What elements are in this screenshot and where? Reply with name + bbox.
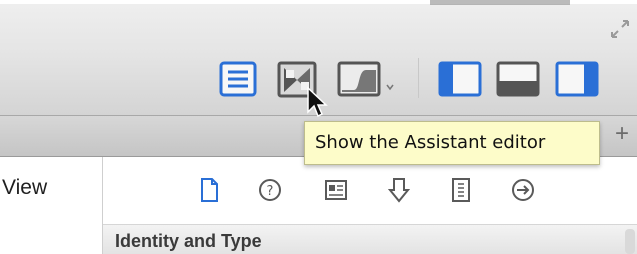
section-title: Identity and Type	[115, 231, 262, 251]
fullscreen-arrows-icon[interactable]	[609, 18, 631, 40]
navigator-toggle-button[interactable]	[437, 60, 483, 98]
quick-help-icon[interactable]: ?	[257, 176, 283, 204]
assistant-editor-tooltip: Show the Assistant editor	[304, 121, 600, 165]
mouse-pointer-icon	[307, 86, 328, 118]
tooltip-text: Show the Assistant editor	[315, 132, 546, 153]
toolbar-separator	[418, 58, 419, 98]
attributes-inspector-icon[interactable]	[386, 176, 412, 204]
view-label: View	[2, 176, 48, 199]
size-inspector-icon[interactable]	[448, 176, 474, 204]
identity-inspector-icon[interactable]	[323, 176, 349, 204]
file-inspector-icon[interactable]	[196, 176, 222, 204]
version-editor-button[interactable]	[336, 60, 398, 98]
scrollbar[interactable]	[625, 229, 635, 254]
standard-editor-button[interactable]	[218, 60, 258, 98]
inspector-selector-bar	[103, 157, 637, 225]
left-pane	[0, 157, 103, 254]
utilities-toggle-button[interactable]	[554, 60, 604, 98]
toolbar-top-shadow	[430, 0, 570, 5]
add-tab-button[interactable]: +	[611, 121, 633, 147]
connections-inspector-icon[interactable]	[510, 176, 536, 204]
svg-text:?: ?	[267, 184, 274, 199]
debug-area-toggle-button[interactable]	[495, 60, 541, 98]
